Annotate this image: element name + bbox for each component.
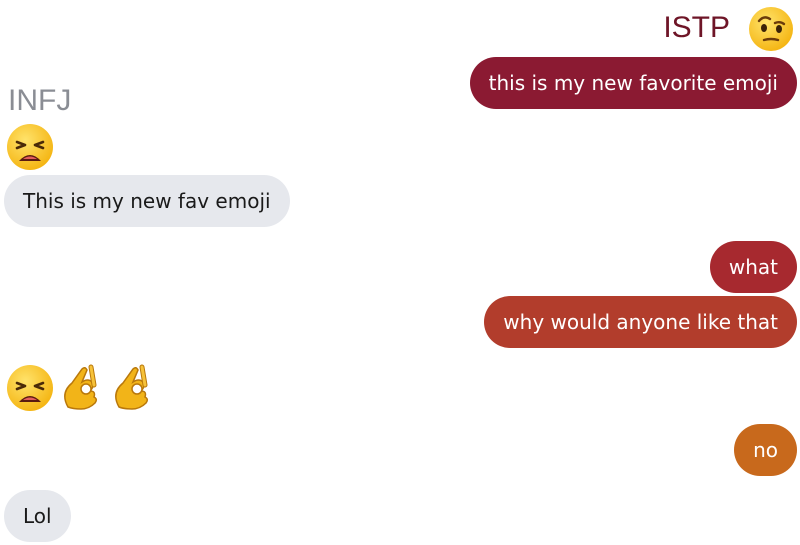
weary-face-icon (7, 365, 53, 411)
message-bubble-outgoing[interactable]: why would anyone like that (484, 296, 797, 348)
message-bubble-outgoing[interactable]: this is my new favorite emoji (469, 57, 797, 109)
right-user-name: ISTP (663, 11, 730, 44)
message-bubble-incoming[interactable]: This is my new fav emoji (4, 175, 290, 227)
left-user-name: INFJ (8, 84, 72, 117)
weary-face-icon (6, 123, 54, 171)
emoji-message[interactable] (6, 363, 156, 413)
ok-hand-icon (64, 364, 98, 410)
message-bubble-incoming[interactable]: Lol (4, 490, 71, 542)
message-bubble-outgoing[interactable]: no (734, 424, 797, 476)
message-bubble-outgoing[interactable]: what (709, 241, 797, 293)
ok-hand-icon (115, 364, 149, 410)
face-with-raised-eyebrow-icon (748, 6, 794, 52)
